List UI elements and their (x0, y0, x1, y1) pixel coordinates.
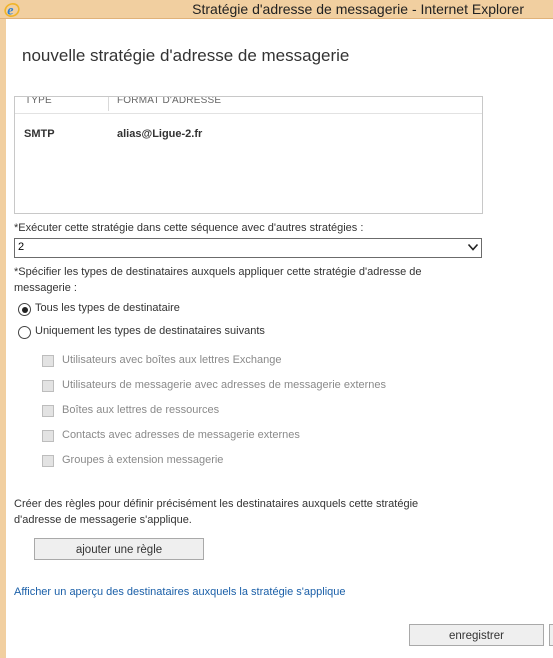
checkbox[interactable] (42, 405, 54, 417)
checkbox-label: Contacts avec adresses de messagerie ext… (62, 429, 300, 441)
sequence-selected-value: 2 (18, 241, 25, 253)
recipients-label-line1: *Spécifier les types de destinataires au… (14, 266, 422, 278)
add-rule-button[interactable]: ajouter une règle (34, 538, 204, 560)
row-type-cell: SMTP (24, 128, 55, 140)
radio-dot (21, 306, 28, 313)
row-format-cell: alias@Ligue-2.fr (117, 128, 203, 140)
column-header-format[interactable]: FORMAT D'ADRESSE (117, 97, 221, 106)
window-title-bar: e Stratégie d'adresse de messagerie - In… (0, 0, 553, 19)
page-title: nouvelle stratégie d'adresse de messager… (22, 46, 350, 65)
radio-button[interactable] (18, 326, 31, 339)
radio-specific-label: Uniquement les types de destinataires su… (35, 325, 265, 337)
radio-all-label: Tous les types de destinataire (35, 302, 180, 314)
window-title: Stratégie d'adresse de messagerie - Inte… (192, 1, 524, 17)
checkbox[interactable] (42, 355, 54, 367)
window-frame-left (0, 19, 6, 658)
column-header-type[interactable]: TYPE (25, 97, 52, 106)
recipients-label-line2: messagerie : (14, 282, 77, 294)
checkbox-label: Groupes à extension messagerie (62, 454, 224, 466)
checkbox[interactable] (42, 380, 54, 392)
table-header: TYPE FORMAT D'ADRESSE (15, 97, 482, 114)
checkbox-label: Utilisateurs de messagerie avec adresses… (62, 379, 387, 391)
checkbox-label: Utilisateurs avec boîtes aux lettres Exc… (62, 354, 282, 366)
save-button[interactable]: enregistrer (409, 624, 544, 646)
rules-description-line2: d'adresse de messagerie s'applique. (14, 514, 192, 526)
column-divider (108, 97, 109, 111)
checkbox[interactable] (42, 455, 54, 467)
sequence-label: *Exécuter cette stratégie dans cette séq… (14, 222, 364, 234)
rules-description-line1: Créer des règles pour définir précisémen… (14, 498, 419, 510)
radio-button-selected[interactable] (18, 303, 31, 316)
cancel-button-partial[interactable] (549, 624, 553, 646)
preview-recipients-link[interactable]: Afficher un aperçu des destinataires aux… (14, 586, 346, 598)
sequence-dropdown[interactable]: 2 (14, 238, 482, 258)
checkbox[interactable] (42, 430, 54, 442)
address-format-table: TYPE FORMAT D'ADRESSE SMTP alias@Ligue-2… (14, 96, 483, 214)
checkbox-label: Boîtes aux lettres de ressources (62, 404, 220, 416)
chevron-down-icon (467, 243, 479, 251)
